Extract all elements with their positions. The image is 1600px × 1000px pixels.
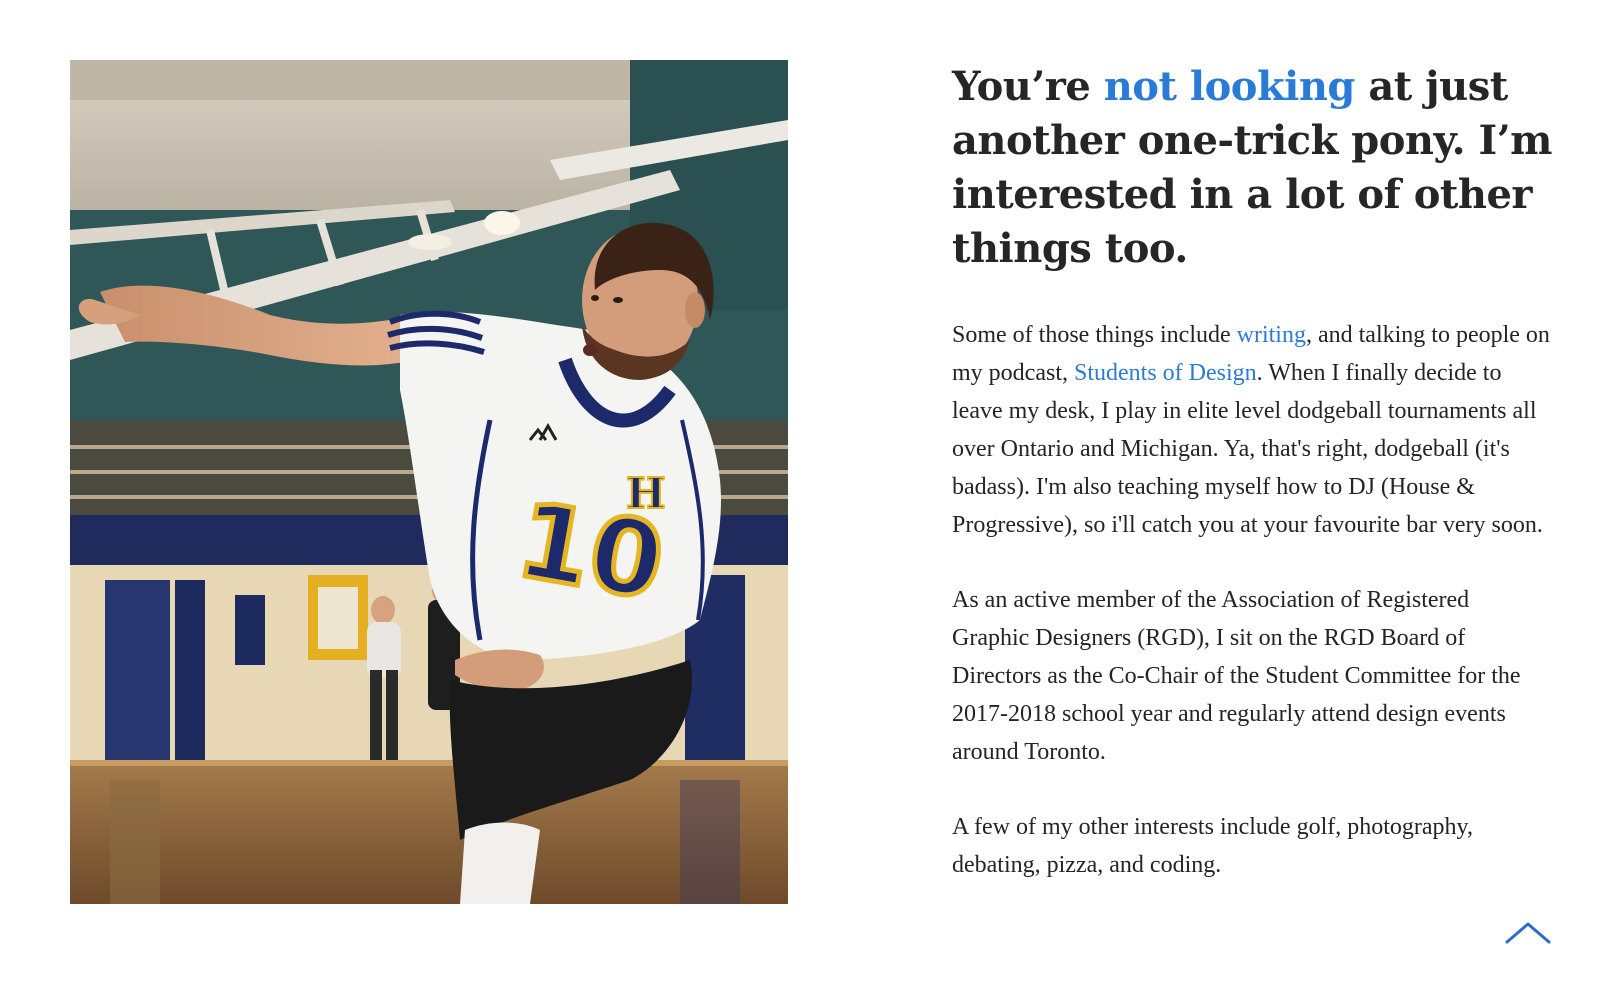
page-headline: You’re not looking at just another one-t… <box>952 60 1552 276</box>
writing-link[interactable]: writing <box>1237 322 1306 348</box>
paragraph-1-text-a: Some of those things include <box>952 322 1237 348</box>
paragraph-interests: Some of those things include writing, an… <box>952 316 1552 544</box>
headline-accent: not looking <box>1103 63 1356 110</box>
chevron-up-icon <box>1505 922 1551 944</box>
about-section: 10 H You’re not looking at just another … <box>0 0 1600 1000</box>
paragraph-other-interests: A few of my other interests include golf… <box>952 814 1473 878</box>
paragraph-1-text-c: . When I finally decide to leave my desk… <box>952 360 1543 538</box>
about-text: You’re not looking at just another one-t… <box>952 60 1552 884</box>
jersey-crest: H <box>626 469 666 518</box>
headline-part-1: You’re <box>952 63 1104 110</box>
paragraph-rgd: As an active member of the Association o… <box>952 587 1521 765</box>
dodgeball-photo: 10 H <box>70 60 788 904</box>
back-to-top-button[interactable] <box>1505 918 1551 948</box>
podcast-link[interactable]: Students of Design <box>1074 360 1257 386</box>
